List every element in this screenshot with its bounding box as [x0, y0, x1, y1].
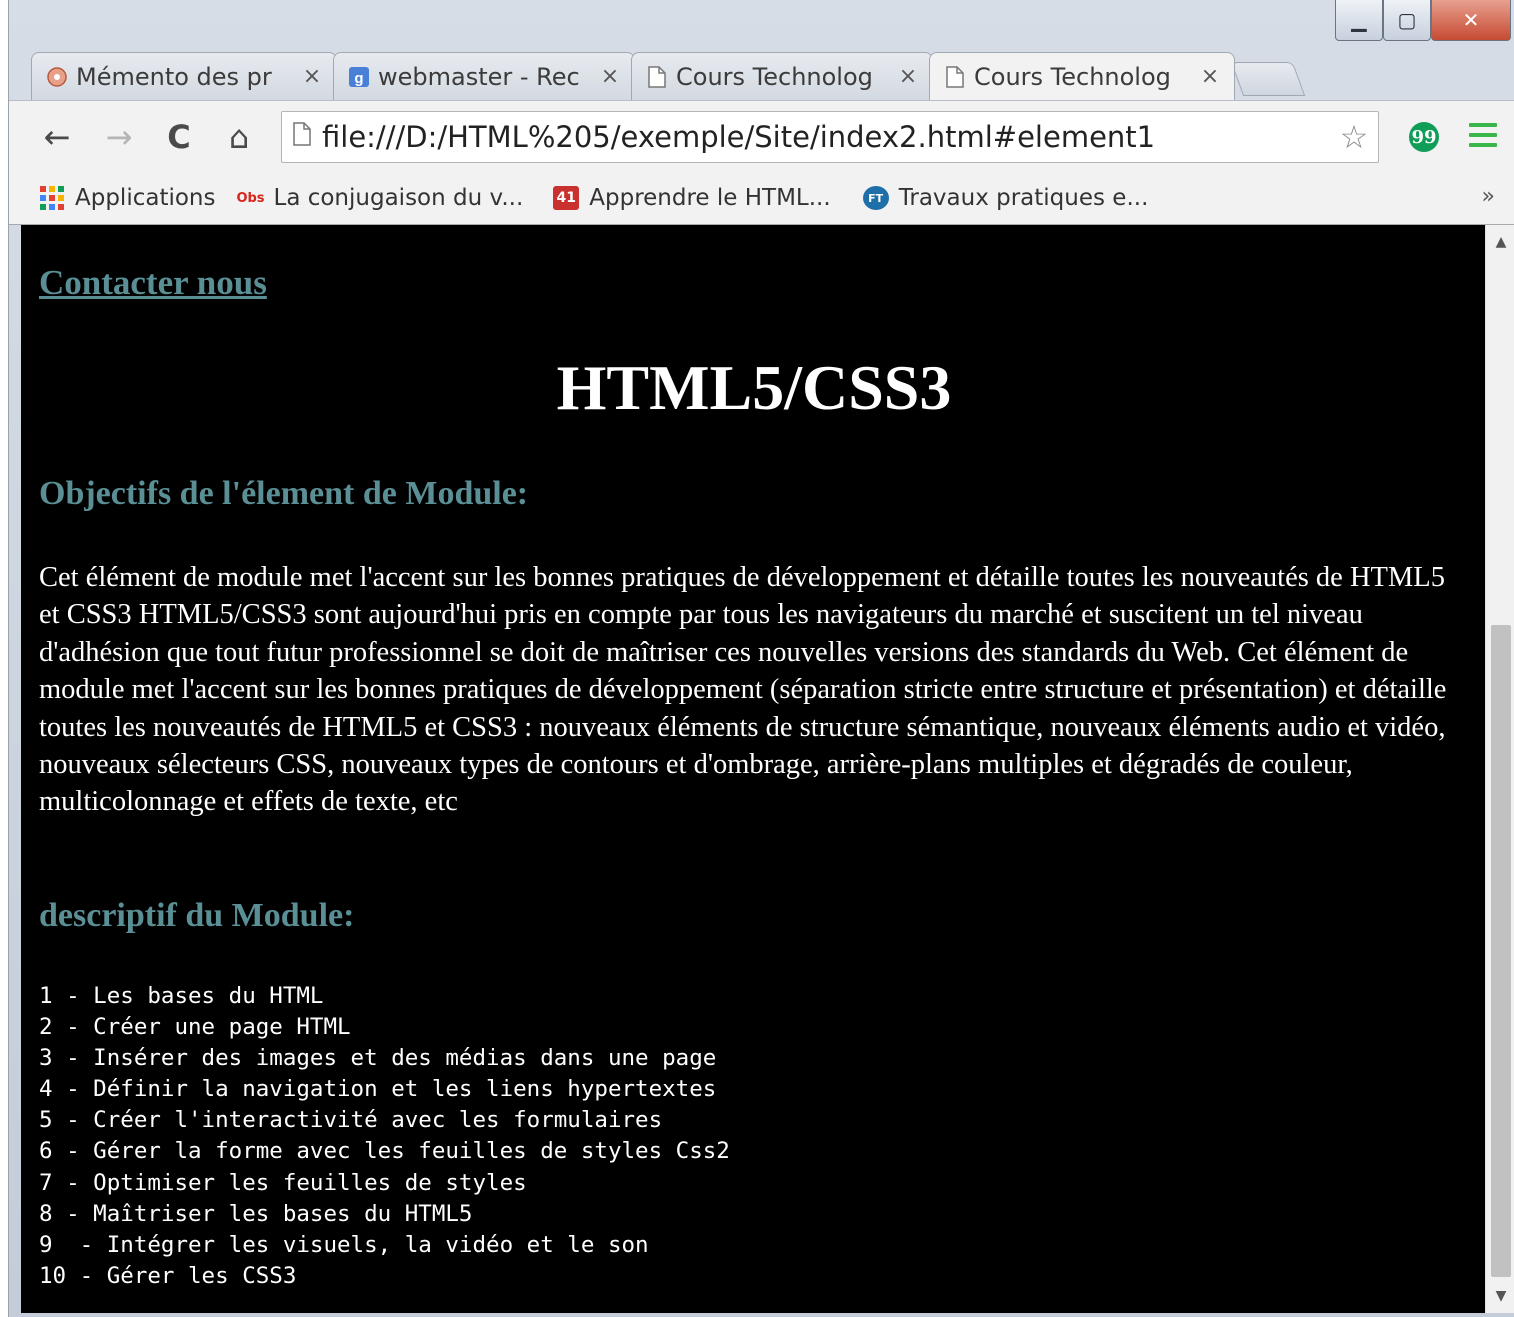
bookmark-travaux-pratiques[interactable]: FT Travaux pratiques e...: [862, 185, 1148, 211]
bookmark-apprendre-html[interactable]: 41 Apprendre le HTML...: [553, 185, 831, 211]
minimize-button[interactable]: ▁: [1335, 0, 1383, 41]
tab-title: Cours Technolog: [974, 62, 1171, 91]
tab-close-icon[interactable]: ×: [300, 64, 324, 89]
objectives-heading: Objectifs de l'élement de Module:: [39, 475, 529, 512]
list-item: 8 - Maîtriser les bases du HTML5: [39, 1200, 473, 1227]
list-item: 9 - Intégrer les visuels, la vidéo et le…: [39, 1231, 649, 1258]
list-item: 2 - Créer une page HTML: [39, 1014, 351, 1041]
obs-favicon-icon: Obs: [236, 190, 265, 206]
new-tab-button[interactable]: [1230, 62, 1306, 96]
svg-text:g: g: [354, 70, 363, 87]
tab-close-icon[interactable]: ×: [896, 64, 920, 89]
chrome-menu-icon[interactable]: [1469, 123, 1497, 153]
tab-cours-1[interactable]: Cours Technolog ×: [631, 52, 933, 100]
page-viewport: Contacter nous HTML5/CSS3 Objectifs de l…: [21, 225, 1485, 1313]
tab-strip: Mémento des pr × g webmaster - Rec × Cou…: [9, 48, 1514, 100]
bookmark-conjugaison[interactable]: Obs La conjugaison du v...: [236, 185, 523, 211]
tab-memento[interactable]: Mémento des pr ×: [31, 52, 337, 100]
page-icon: [282, 122, 322, 152]
page-icon: [944, 65, 966, 89]
hangouts-extension-icon[interactable]: 99: [1404, 117, 1444, 157]
list-item: 10 - Gérer les CSS3: [39, 1262, 297, 1289]
list-item: 4 - Définir la navigation et les liens h…: [39, 1076, 717, 1103]
tab-title: webmaster - Rec: [378, 62, 580, 91]
vertical-scrollbar[interactable]: ▲ ▼: [1485, 225, 1514, 1313]
apps-grid-icon: [39, 186, 65, 210]
tab-close-icon[interactable]: ×: [1198, 64, 1222, 89]
puzzle-favicon-icon: [46, 65, 68, 89]
description-heading: descriptif du Module:: [39, 897, 355, 934]
tab-title: Cours Technolog: [676, 62, 873, 91]
bookmarks-bar: Applications Obs La conjugaison du v... …: [9, 172, 1514, 225]
tab-cours-active[interactable]: Cours Technolog ×: [929, 52, 1235, 100]
list-item: 7 - Optimiser les feuilles de styles: [39, 1169, 527, 1196]
tab-close-icon[interactable]: ×: [598, 64, 622, 89]
bookmark-applications[interactable]: Applications: [39, 185, 216, 211]
bookmarks-overflow-button[interactable]: »: [1482, 184, 1495, 209]
window-controls: ▁ ▢ ✕: [1335, 0, 1511, 44]
toolbar: ← → C ⌂ ☆ 99: [9, 100, 1514, 173]
tab-webmaster[interactable]: g webmaster - Rec ×: [333, 52, 635, 100]
module-list: 1 - Les bases du HTML 2 - Créer une page…: [39, 981, 730, 1292]
url-input[interactable]: [322, 117, 1330, 157]
41-favicon-icon: 41: [553, 186, 580, 210]
tab-title: Mémento des pr: [76, 62, 272, 91]
list-item: 1 - Les bases du HTML: [39, 983, 324, 1009]
reload-button[interactable]: C: [159, 117, 199, 157]
address-bar[interactable]: ☆: [281, 111, 1379, 163]
ft-favicon-icon: FT: [862, 186, 889, 210]
page-icon: [646, 65, 668, 89]
list-item: 5 - Créer l'interactivité avec les formu…: [39, 1107, 663, 1134]
list-item: 6 - Gérer la forme avec les feuilles de …: [39, 1138, 730, 1165]
scroll-up-arrow-icon[interactable]: ▲: [1486, 229, 1514, 255]
google-g-favicon-icon: g: [348, 65, 370, 89]
home-button[interactable]: ⌂: [219, 117, 259, 157]
scroll-down-arrow-icon[interactable]: ▼: [1486, 1283, 1514, 1309]
back-button[interactable]: ←: [37, 117, 77, 157]
bookmark-star-icon[interactable]: ☆: [1330, 118, 1378, 156]
page-title: HTML5/CSS3: [556, 352, 952, 423]
list-item: 3 - Insérer des images et des médias dan…: [39, 1045, 717, 1072]
close-window-button[interactable]: ✕: [1431, 0, 1511, 41]
maximize-button[interactable]: ▢: [1383, 0, 1431, 41]
scrollbar-thumb[interactable]: [1491, 625, 1511, 1277]
contact-link[interactable]: Contacter nous: [39, 263, 267, 303]
browser-window: ▁ ▢ ✕ Mémento des pr × g webmaster - Rec…: [8, 0, 1514, 1317]
forward-button[interactable]: →: [99, 117, 139, 157]
objectives-paragraph: Cet élément de module met l'accent sur l…: [39, 562, 1447, 818]
